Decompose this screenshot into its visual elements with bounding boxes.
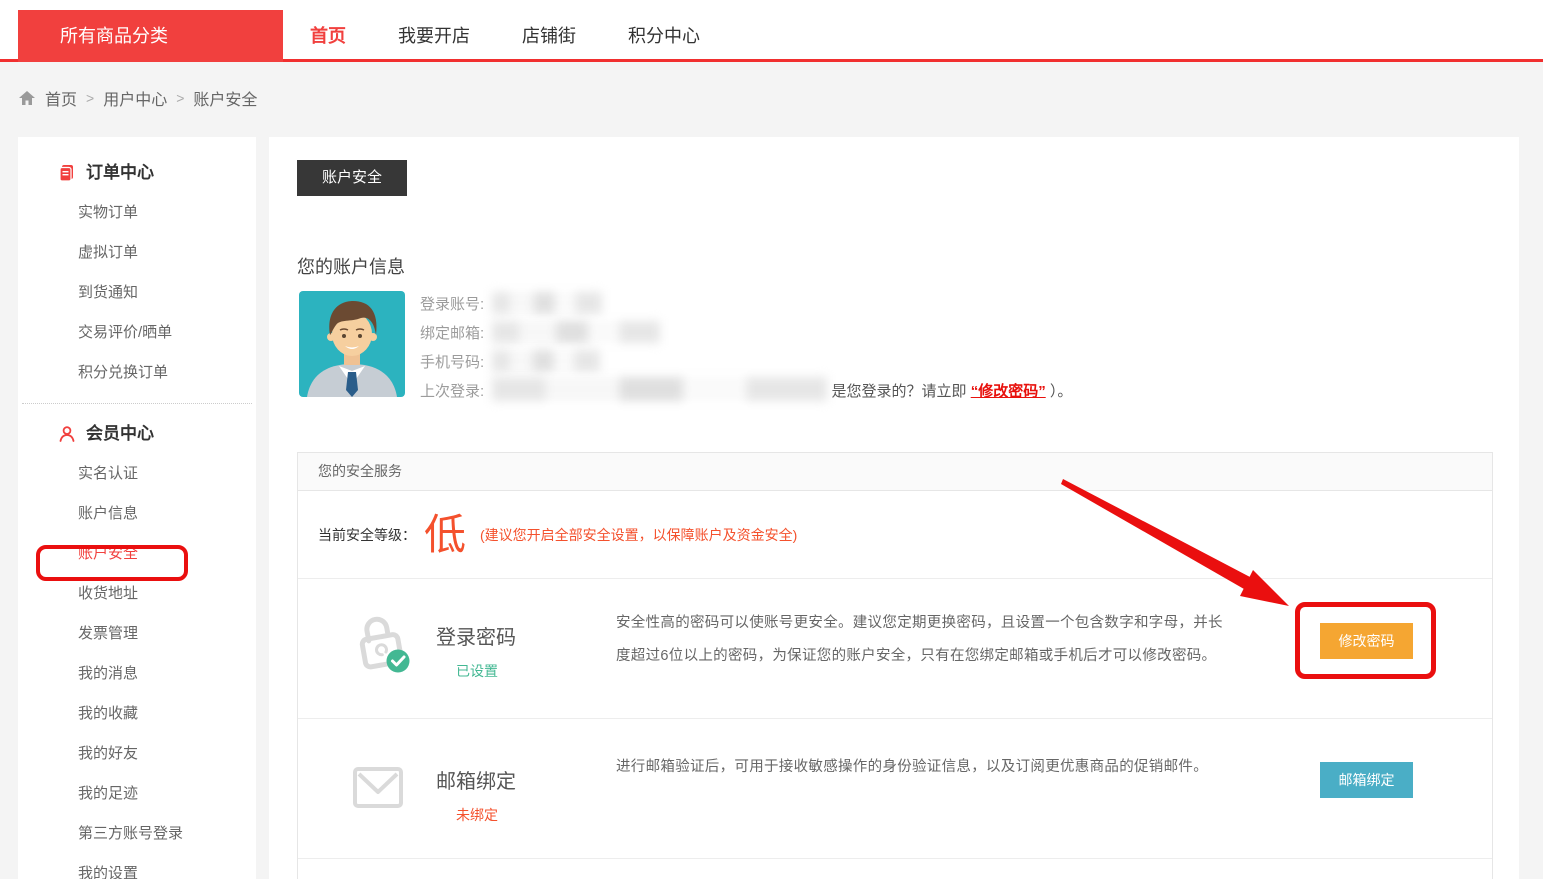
sidebar-item-my-settings[interactable]: 我的设置 xyxy=(18,854,256,879)
info-row-last-login: 上次登录: 是您登录的？请立即 “修改密码” ）。 xyxy=(420,377,1072,406)
service-description: 安全性高的密码可以使账号更安全。建议您定期更换密码，且设置一个包含数字和字母，并… xyxy=(616,607,1228,673)
sidebar-item-virtual-orders[interactable]: 虚拟订单 xyxy=(18,233,256,273)
avatar xyxy=(299,291,405,397)
change-password-button[interactable]: 修改密码 xyxy=(1320,623,1413,659)
security-level-label: 当前安全等级： xyxy=(318,525,416,545)
breadcrumb-home[interactable]: 首页 xyxy=(45,86,77,110)
nav-home[interactable]: 首页 xyxy=(310,10,346,62)
sidebar-item-my-messages[interactable]: 我的消息 xyxy=(18,654,256,694)
sidebar-item-shipping-address[interactable]: 收货地址 xyxy=(18,574,256,614)
home-icon xyxy=(18,89,36,107)
nav-points-center[interactable]: 积分中心 xyxy=(628,10,700,62)
sidebar-item-points-orders[interactable]: 积分兑换订单 xyxy=(18,353,256,393)
change-password-link[interactable]: “修改密码” xyxy=(971,383,1046,400)
redacted-value xyxy=(492,321,660,343)
redacted-value xyxy=(492,377,827,401)
info-row-phone: 手机号码: xyxy=(420,348,1072,377)
sidebar-item-arrival-notice[interactable]: 到货通知 xyxy=(18,273,256,313)
service-name: 登录密码 xyxy=(436,621,516,650)
sidebar-divider xyxy=(22,403,252,404)
breadcrumb: 首页 > 用户中心 > 账户安全 xyxy=(18,86,257,110)
service-status: 未绑定 xyxy=(456,805,498,825)
breadcrumb-separator: > xyxy=(176,90,184,106)
sidebar-item-physical-orders[interactable]: 实物订单 xyxy=(18,193,256,233)
last-login-note: 是您登录的？请立即 xyxy=(832,383,967,400)
sidebar-item-third-party-login[interactable]: 第三方账号登录 xyxy=(18,814,256,854)
redacted-value xyxy=(492,292,602,314)
info-label: 上次登录: xyxy=(420,383,484,400)
top-nav: 首页 我要开店 店铺街 积分中心 xyxy=(310,10,700,62)
sidebar-section-title: 会员中心 xyxy=(86,414,154,454)
page: 所有商品分类 首页 我要开店 店铺街 积分中心 首页 > 用户中心 > 账户安全… xyxy=(0,0,1543,879)
bind-email-button[interactable]: 邮箱绑定 xyxy=(1320,762,1413,798)
redacted-value xyxy=(492,350,600,372)
sidebar-item-my-friends[interactable]: 我的好友 xyxy=(18,734,256,774)
nav-shop-street[interactable]: 店铺街 xyxy=(522,10,576,62)
envelope-icon xyxy=(353,767,403,814)
info-row-login-account: 登录账号: xyxy=(420,290,1072,319)
sidebar-section-member-center: 会员中心 xyxy=(18,414,256,454)
top-header: 所有商品分类 首页 我要开店 店铺街 积分中心 xyxy=(0,0,1543,62)
sidebar-item-my-favorites[interactable]: 我的收藏 xyxy=(18,694,256,734)
last-login-note-end: ）。 xyxy=(1050,383,1073,400)
info-label: 手机号码: xyxy=(420,354,484,371)
lock-icon xyxy=(356,611,412,682)
sidebar-item-invoice-management[interactable]: 发票管理 xyxy=(18,614,256,654)
sidebar-item-real-name-auth[interactable]: 实名认证 xyxy=(18,454,256,494)
service-name: 邮箱绑定 xyxy=(436,765,516,794)
sidebar-section-title: 订单中心 xyxy=(86,153,154,193)
info-label: 绑定邮箱: xyxy=(420,325,484,342)
nav-open-shop[interactable]: 我要开店 xyxy=(398,10,470,62)
member-icon xyxy=(58,425,76,443)
order-icon xyxy=(58,164,76,182)
account-info-fields: 登录账号: 绑定邮箱: 手机号码: 上次登录: 是您登录的？请立即 “修改密码”… xyxy=(420,290,1072,406)
breadcrumb-separator: > xyxy=(86,90,94,106)
breadcrumb-account-security: 账户安全 xyxy=(193,86,257,110)
info-row-bound-email: 绑定邮箱: xyxy=(420,319,1072,348)
account-info-heading: 您的账户信息 xyxy=(297,253,405,279)
sidebar-section-order-center: 订单中心 xyxy=(18,153,256,193)
breadcrumb-user-center[interactable]: 用户中心 xyxy=(103,86,167,110)
service-status: 已设置 xyxy=(456,661,498,681)
sidebar-item-my-footprints[interactable]: 我的足迹 xyxy=(18,774,256,814)
security-panel-title: 您的安全服务 xyxy=(298,453,1492,491)
info-label: 登录账号: xyxy=(420,296,484,313)
sidebar-item-account-security[interactable]: 账户安全 xyxy=(18,534,256,574)
sidebar-item-reviews[interactable]: 交易评价/晒单 xyxy=(18,313,256,353)
security-level-hint: (建议您开启全部安全设置，以保障账户及资金安全) xyxy=(480,525,797,545)
sidebar-item-account-info[interactable]: 账户信息 xyxy=(18,494,256,534)
security-level-row: 当前安全等级： 低 (建议您开启全部安全设置，以保障账户及资金安全) xyxy=(298,491,1492,579)
service-row-login-password: 登录密码 已设置 安全性高的密码可以使账号更安全。建议您定期更换密码，且设置一个… xyxy=(298,579,1492,719)
service-row-email-binding: 邮箱绑定 未绑定 进行邮箱验证后，可用于接收敏感操作的身份验证信息，以及订阅更优… xyxy=(298,719,1492,859)
sidebar: 订单中心 实物订单 虚拟订单 到货通知 交易评价/晒单 积分兑换订单 会员中心 … xyxy=(18,137,256,879)
security-services-panel: 您的安全服务 当前安全等级： 低 (建议您开启全部安全设置，以保障账户及资金安全… xyxy=(297,452,1493,879)
security-level-value: 低 xyxy=(424,514,466,556)
all-categories-button[interactable]: 所有商品分类 xyxy=(18,10,283,62)
page-title-tag: 账户安全 xyxy=(297,160,407,196)
service-description: 进行邮箱验证后，可用于接收敏感操作的身份验证信息，以及订阅更优惠商品的促销邮件。 xyxy=(616,751,1228,784)
